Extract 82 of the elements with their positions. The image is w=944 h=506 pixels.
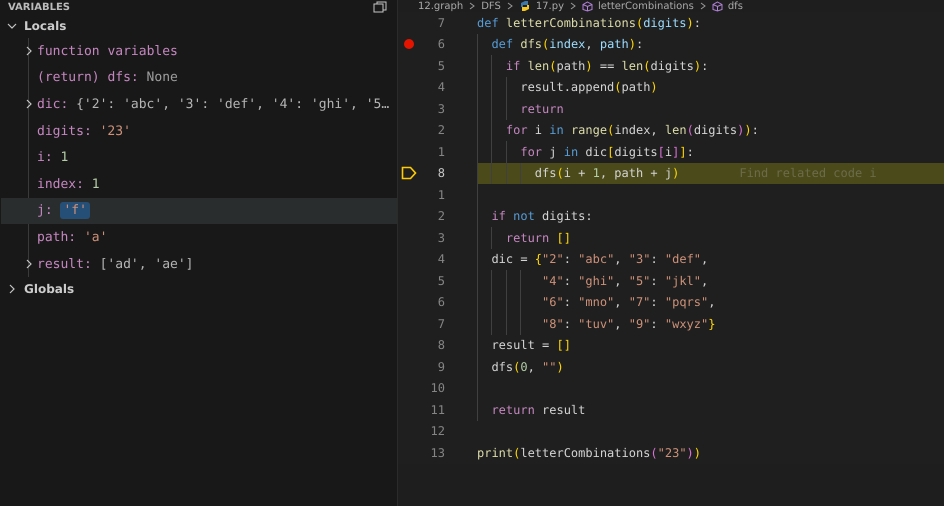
- line-number: 13: [430, 446, 445, 460]
- variable-name: j:: [37, 203, 53, 218]
- breadcrumb-item[interactable]: dfs: [728, 0, 743, 12]
- variable-name: index:: [37, 176, 84, 192]
- variable-row[interactable]: result: ['ad', 'ae']: [1, 250, 397, 278]
- collapse-all-icon[interactable]: [373, 1, 387, 13]
- variable-value: None: [146, 70, 178, 86]
- scope-label[interactable]: Globals: [24, 282, 74, 296]
- code-line: def letterCombinations(digits):: [477, 16, 702, 30]
- line-number: 3: [436, 102, 445, 116]
- line-number: 4: [436, 252, 445, 266]
- variable-row[interactable]: j: 'f': [1, 198, 397, 224]
- code-line: for j in dic[digits[i]]:: [519, 144, 694, 159]
- line-number: 10: [430, 381, 445, 396]
- breadcrumb-item[interactable]: DFS: [481, 0, 501, 12]
- line-number: 1: [436, 144, 445, 159]
- line-number: 11: [430, 402, 445, 417]
- variable-row[interactable]: function variables: [1, 38, 397, 65]
- variable-name: (return) dfs:: [37, 70, 139, 86]
- code-line: if not digits:: [490, 209, 593, 224]
- breakpoint-icon[interactable]: [404, 39, 414, 50]
- line-number: 7: [436, 316, 445, 331]
- code-line: "4": "ghi", "5": "jkl",: [541, 274, 708, 288]
- code-line: dfs(0, ""): [490, 360, 564, 374]
- variable-value: ['ad', 'ae']: [100, 256, 194, 272]
- variable-row[interactable]: index: 1: [1, 170, 397, 198]
- chevron-icon: [568, 1, 577, 11]
- line-number: 3: [436, 230, 445, 245]
- line-number: 5: [436, 274, 445, 288]
- code-line: result.append(path): [519, 80, 658, 94]
- breadcrumb-item[interactable]: letterCombinations: [598, 0, 694, 12]
- variable-row[interactable]: path: 'a': [1, 224, 397, 251]
- line-number: 6: [436, 37, 445, 52]
- code-line: print(letterCombinations("23")): [477, 446, 702, 460]
- variable-row[interactable]: dic: {'2': 'abc', '3': 'def', '4': 'ghi', '5…: [1, 91, 397, 118]
- line-number: 7: [436, 16, 445, 30]
- code-line: "8": "tuv", "9": "wxyz"}: [541, 316, 716, 331]
- line-number: 12: [430, 424, 445, 438]
- breadcrumb-item[interactable]: 17.py: [536, 0, 564, 12]
- code-line: return result: [490, 402, 586, 417]
- python-icon: [518, 0, 531, 12]
- variable-value: 1: [92, 176, 100, 192]
- code-line: for i in range(index, len(digits)):: [504, 123, 759, 138]
- line-number: 9: [436, 360, 445, 374]
- variable-row[interactable]: i: 1: [1, 144, 397, 171]
- variable-value: 'f': [63, 203, 87, 218]
- variable-name: i:: [37, 150, 53, 166]
- scope-label[interactable]: Locals: [24, 19, 66, 33]
- group-name: function variables: [37, 44, 178, 59]
- variable-value: {'2': 'abc', '3': 'def', '4': 'ghi', '5…: [76, 96, 390, 112]
- line-number: 2: [436, 123, 445, 138]
- code-line: return []: [504, 230, 571, 245]
- line-number: 4: [436, 80, 445, 94]
- cube-icon: [712, 0, 723, 12]
- variable-value: 1: [60, 150, 68, 166]
- chevron-icon: [506, 1, 514, 11]
- code-line: if len(path) == len(digits):: [504, 58, 708, 73]
- cube-icon: [582, 0, 593, 12]
- code-line: return: [519, 102, 564, 116]
- chevron-icon: [698, 1, 707, 11]
- variable-row[interactable]: (return) dfs: None: [1, 64, 397, 92]
- code-line: result = []: [490, 338, 571, 352]
- line-number: 6: [436, 295, 445, 310]
- code-line: "6": "mno", "7": "pqrs",: [541, 295, 716, 310]
- chevron-icon: [468, 1, 476, 11]
- variable-name: path:: [37, 230, 76, 245]
- panel-title: VARIABLES: [8, 2, 70, 12]
- variable-value: '23': [100, 124, 131, 139]
- line-number: 5: [436, 58, 445, 73]
- variable-row[interactable]: digits: '23': [1, 118, 397, 144]
- code-line: def dfs(index, path):: [490, 37, 644, 52]
- line-number: 8: [436, 166, 445, 180]
- variable-value: 'a': [84, 230, 108, 245]
- breadcrumb-item[interactable]: 12.graph: [418, 0, 464, 12]
- variable-name: digits:: [37, 124, 92, 139]
- code-line: dfs(i + 1, path + j): [534, 166, 680, 180]
- line-number: 2: [436, 209, 445, 224]
- variable-name: dic:: [37, 96, 68, 112]
- line-number: 8: [436, 338, 445, 352]
- line-number: 1: [436, 188, 445, 202]
- code-line: dic = {"2": "abc", "3": "def",: [490, 252, 708, 266]
- variable-name: result:: [37, 256, 92, 272]
